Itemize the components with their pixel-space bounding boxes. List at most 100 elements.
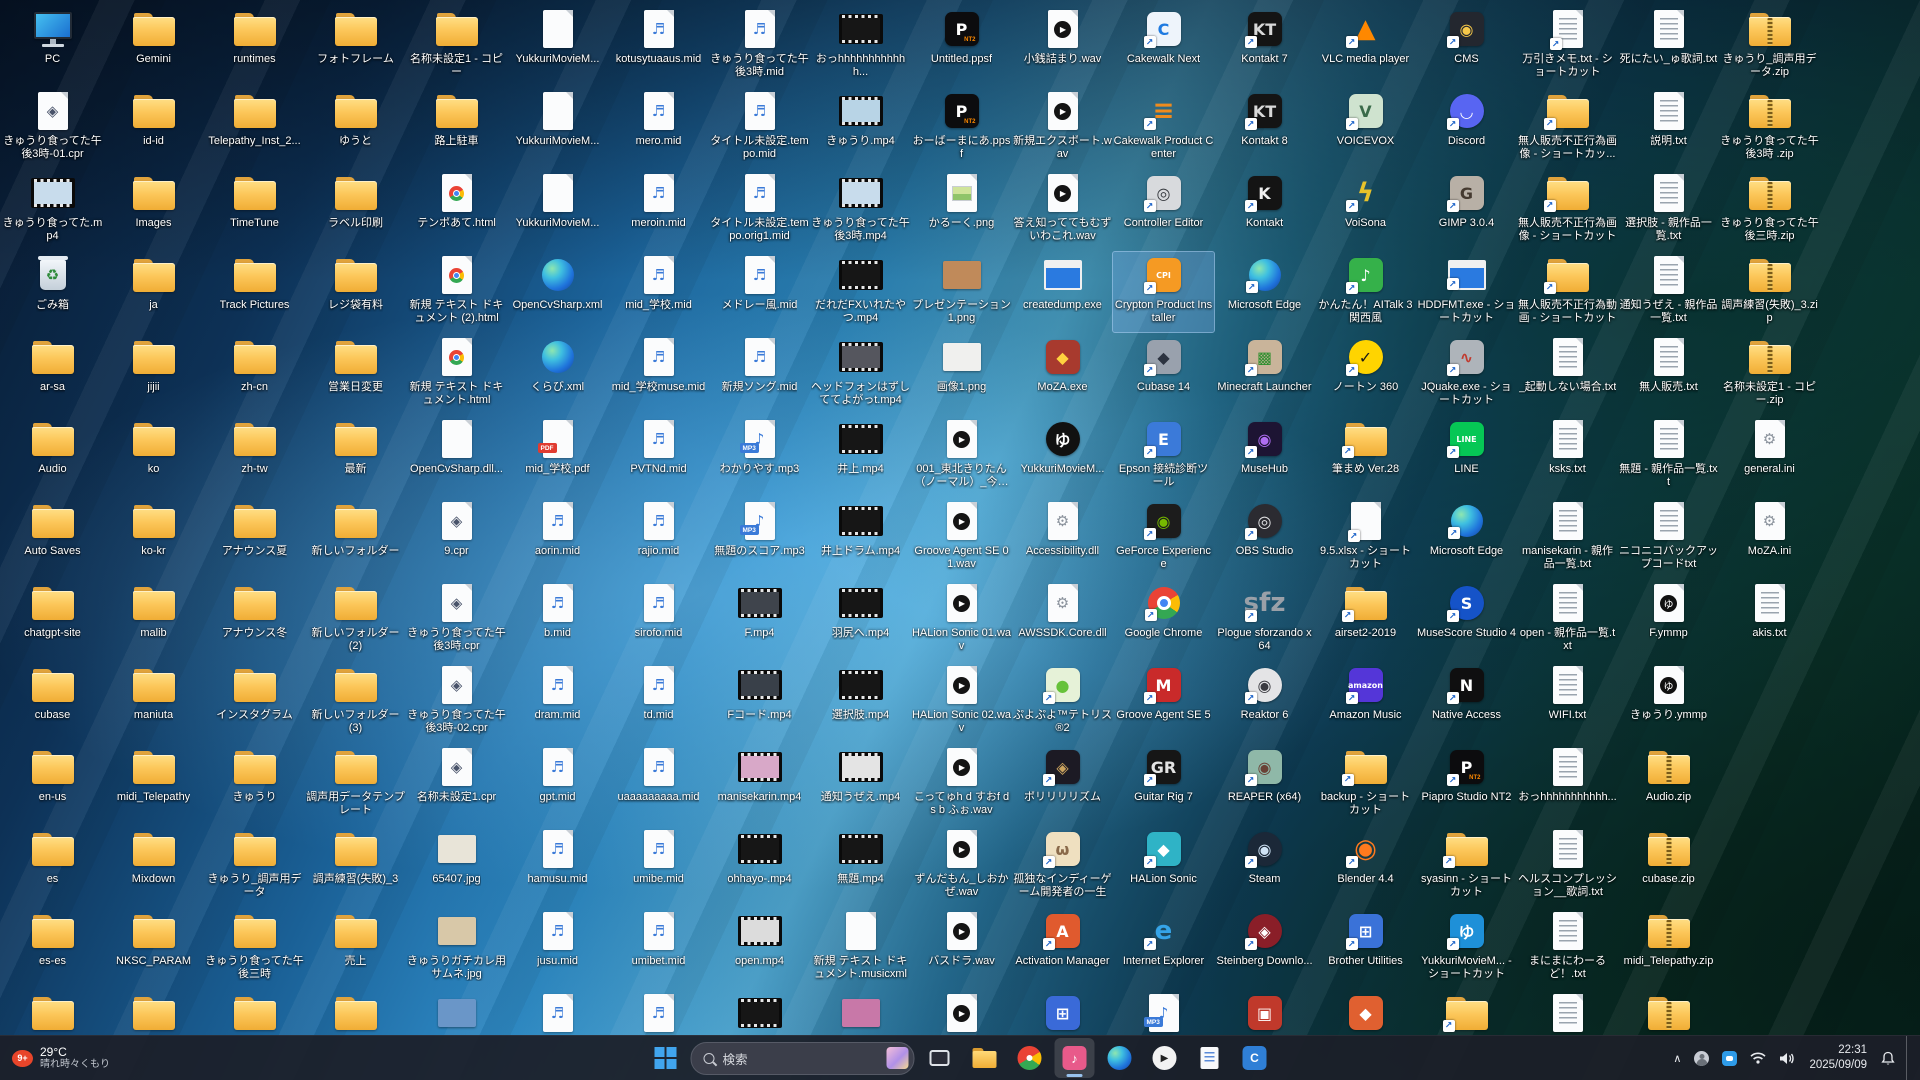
desktop-icon[interactable]: jijii (103, 334, 204, 414)
desktop-icon[interactable]: きゅうり_調声用データ (204, 826, 305, 906)
desktop-icon[interactable]: amazon ↗ Amazon Music (1315, 662, 1416, 742)
desktop-icon[interactable]: Gemini (103, 6, 204, 86)
desktop-icon[interactable]: 井上ドラム.mp4 (810, 498, 911, 578)
desktop-icon[interactable]: ♬ gpt.mid (507, 744, 608, 824)
desktop-icon[interactable]: 通知うぜえ.mp4 (810, 744, 911, 824)
desktop-icon[interactable]: V ↗ VOICEVOX (1315, 88, 1416, 168)
desktop-icon[interactable]: KT ↗ Kontakt 7 (1214, 6, 1315, 86)
desktop-icon[interactable]: ω ↗ 孤独なインディーゲーム開発者の一生 (1012, 826, 1113, 906)
desktop-icon[interactable]: N ↗ Native Access (1416, 662, 1517, 742)
desktop-icon[interactable]: ♬ hamusu.mid (507, 826, 608, 906)
desktop-icon[interactable]: CPI ↗ Crypton Product Installer (1112, 251, 1215, 333)
desktop-icon[interactable]: ↗ 無人販売不正行為動画 - ショートカット (1517, 252, 1618, 332)
desktop-icon[interactable]: ✓ ↗ ノートン 360 (1315, 334, 1416, 414)
desktop-icon[interactable]: Fコード.mp4 (709, 662, 810, 742)
desktop-icon[interactable]: akis.txt (1719, 580, 1820, 660)
desktop-icon[interactable]: ⚙ AWSSDK.Core.dll (1012, 580, 1113, 660)
desktop-icon[interactable]: きゅうり (204, 744, 305, 824)
desktop-icon[interactable]: K ↗ Kontakt (1214, 170, 1315, 250)
desktop-icon[interactable]: manisekarin - 親作品一覧.txt (1517, 498, 1618, 578)
taskbar-app-task-view[interactable] (920, 1038, 960, 1078)
desktop-icon[interactable]: ◉ ↗ Blender 4.4 (1315, 826, 1416, 906)
desktop-icon[interactable]: ゆ YukkuriMovieM... (1012, 416, 1113, 496)
desktop-icon[interactable]: きゅうり_調声用データ.zip (1719, 6, 1820, 86)
desktop-icon[interactable]: ◆ MoZA.exe (1012, 334, 1113, 414)
desktop-icon[interactable]: ⊞ ↗ Brother Utilities (1315, 908, 1416, 988)
desktop-icon[interactable]: open.mp4 (709, 908, 810, 988)
desktop-icon[interactable]: ↗ backup - ショートカット (1315, 744, 1416, 824)
desktop-icon[interactable]: 選択肢.mp4 (810, 662, 911, 742)
weather-widget[interactable]: 9+ 29°C 晴れ時々くもり (4, 1038, 118, 1078)
desktop-icon[interactable]: レジ袋有料 (305, 252, 406, 332)
search-box[interactable]: 検索 (690, 1041, 915, 1075)
desktop-icon[interactable]: ♬ mid_学校muse.mid (608, 334, 709, 414)
tray-chevron-icon[interactable]: ∧ (1668, 1041, 1686, 1075)
clock[interactable]: 22:31 2025/09/09 (1803, 1043, 1873, 1073)
desktop-icon[interactable]: PC (2, 6, 103, 86)
desktop-icon[interactable]: きゅうり食ってた.mp4 (2, 170, 103, 250)
desktop-icon[interactable]: 新規 テキスト ドキュメント.html (406, 334, 507, 414)
taskbar-app-edge[interactable] (1100, 1038, 1140, 1078)
desktop-icon[interactable]: ▶ こってゅh d すおf d s b ふぉ.wav (911, 744, 1012, 824)
desktop-icon[interactable]: ▶ HALion Sonic 01.wav (911, 580, 1012, 660)
desktop-icon[interactable]: ◉ ↗ CMS (1416, 6, 1517, 86)
desktop-icon[interactable]: ◉ ↗ Reaktor 6 (1214, 662, 1315, 742)
taskbar-app-file-explorer[interactable] (965, 1038, 1005, 1078)
desktop-icon[interactable]: きゅうり.mp4 (810, 88, 911, 168)
desktop-icon[interactable]: ♬ rajio.mid (608, 498, 709, 578)
desktop-icon[interactable]: ♬ jusu.mid (507, 908, 608, 988)
desktop-icon[interactable]: cubase (2, 662, 103, 742)
desktop-icon[interactable]: LINE ↗ LINE (1416, 416, 1517, 496)
desktop-icon[interactable]: chatgpt-site (2, 580, 103, 660)
desktop-icon[interactable]: P NT2 Untitled.ppsf (911, 6, 1012, 86)
desktop-icon[interactable]: ko-kr (103, 498, 204, 578)
desktop-icon[interactable]: maniuta (103, 662, 204, 742)
desktop-icon[interactable]: OpenCvSharp.dll... (406, 416, 507, 496)
desktop-icon[interactable]: ♬ dram.mid (507, 662, 608, 742)
desktop-icon[interactable]: ar-sa (2, 334, 103, 414)
desktop-icon[interactable]: id-id (103, 88, 204, 168)
desktop-icon[interactable]: ▶ ずんだもん_しおかぜ.wav (911, 826, 1012, 906)
desktop-icon[interactable]: sfz ↗ Plogue sforzando x64 (1214, 580, 1315, 660)
desktop-icon[interactable]: きゅうり食ってた午後三時 (204, 908, 305, 988)
desktop-icon[interactable]: 無題 - 親作品一覧.txt (1618, 416, 1719, 496)
desktop-icon[interactable]: ⚙ general.ini (1719, 416, 1820, 496)
desktop-icon[interactable]: _起動しない場合.txt (1517, 334, 1618, 414)
desktop-icon[interactable]: runtimes (204, 6, 305, 86)
desktop-icon[interactable]: かるーく.png (911, 170, 1012, 250)
taskbar-app-music-app[interactable]: ♪ (1054, 1038, 1095, 1078)
desktop-icon[interactable]: ◈ 9.cpr (406, 498, 507, 578)
desktop-icon[interactable]: 新規 テキスト ドキュメント (2).html (406, 252, 507, 332)
desktop-icon[interactable]: ♬ kotusytuaaus.mid (608, 6, 709, 86)
desktop-icon[interactable]: Auto Saves (2, 498, 103, 578)
desktop-icon[interactable]: createdump.exe (1012, 252, 1113, 332)
desktop-icon[interactable]: P NT2 ↗ Piapro Studio NT2 (1416, 744, 1517, 824)
desktop-icon[interactable]: きゅうり食ってた午後3時 .zip (1719, 88, 1820, 168)
desktop-icon[interactable]: ♬ タイトル未設定.tempo.orig1.mid (709, 170, 810, 250)
start-button[interactable] (646, 1038, 686, 1078)
desktop-icon[interactable]: ◆ ↗ HALion Sonic (1113, 826, 1214, 906)
desktop-icon[interactable]: zh-tw (204, 416, 305, 496)
tray-chat-icon[interactable] (1717, 1041, 1742, 1075)
desktop-icon[interactable]: ♬ タイトル未設定.tempo.mid (709, 88, 810, 168)
desktop-icon[interactable]: midi_Telepathy.zip (1618, 908, 1719, 988)
desktop-icon[interactable]: アナウンス冬 (204, 580, 305, 660)
desktop-icon[interactable]: ゆ F.ymmp (1618, 580, 1719, 660)
desktop-icon[interactable]: ● ↗ ぷよぷよ™テトリス®2 (1012, 662, 1113, 742)
desktop-icon[interactable]: 説明.txt (1618, 88, 1719, 168)
desktop-icon[interactable]: ♬ きゅうり食ってた午後3時.mid (709, 6, 810, 86)
desktop-icon[interactable]: 調声用データテンプレート (305, 744, 406, 824)
desktop-icon[interactable]: ja (103, 252, 204, 332)
desktop-icon[interactable]: ◉ ↗ Steam (1214, 826, 1315, 906)
desktop-icon[interactable]: ▩ ↗ Minecraft Launcher (1214, 334, 1315, 414)
desktop-icon[interactable]: Telepathy_Inst_2... (204, 88, 305, 168)
desktop-icon[interactable]: ↗ Google Chrome (1113, 580, 1214, 660)
desktop-icon[interactable]: ◡ ↗ Discord (1416, 88, 1517, 168)
desktop-icon[interactable]: ↗ syasinn - ショートカット (1416, 826, 1517, 906)
desktop-icon[interactable]: ksks.txt (1517, 416, 1618, 496)
desktop-icon[interactable]: ↗ airset2-2019 (1315, 580, 1416, 660)
desktop-icon[interactable]: ≡ ↗ Cakewalk Product Center (1113, 88, 1214, 168)
desktop-icon[interactable]: ♻ ごみ箱 (2, 252, 103, 332)
taskbar-app-notes-app[interactable] (1190, 1038, 1230, 1078)
desktop-icon[interactable]: ▶ Groove Agent SE 01.wav (911, 498, 1012, 578)
